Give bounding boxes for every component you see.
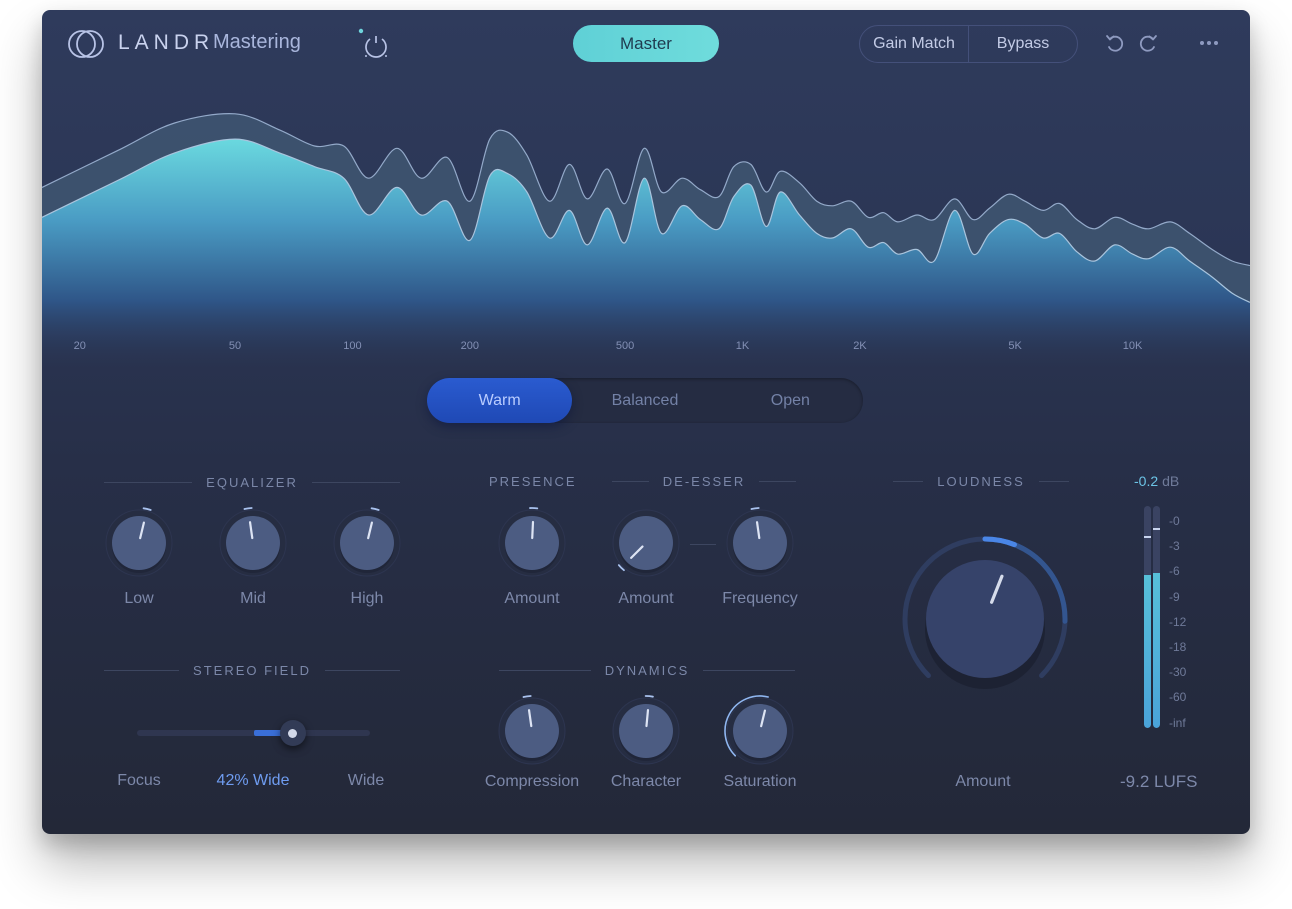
- product-name: Mastering: [213, 31, 301, 53]
- meter-scale-tick: -6: [1169, 564, 1180, 579]
- stereo-field-heading: STEREO FIELD: [104, 663, 401, 678]
- stereo-field-title: STEREO FIELD: [193, 663, 311, 678]
- freq-tick-label: 5K: [1008, 340, 1022, 352]
- dynamics-heading: DYNAMICS: [499, 663, 795, 678]
- meter-right-level: [1153, 572, 1160, 728]
- more-horizontal-icon[interactable]: [1198, 32, 1220, 54]
- loudness-title: LOUDNESS: [937, 474, 1025, 489]
- deesser-frequency-knob-graphic: [726, 507, 794, 577]
- deesser-title: DE-ESSER: [662, 474, 746, 489]
- lufs-readout: -9.2 LUFS: [1120, 772, 1198, 791]
- redo-icon[interactable]: [1137, 32, 1159, 54]
- meter-scale-tick: -0: [1169, 514, 1180, 528]
- master-button[interactable]: Master: [573, 25, 719, 62]
- brand-name: LANDR: [118, 31, 215, 54]
- equalizer-title: EQUALIZER: [206, 475, 298, 490]
- meter-left-peak: [1144, 536, 1151, 539]
- stereo-focus-label: Focus: [117, 772, 161, 789]
- eq-high-knob-graphic: [333, 507, 401, 577]
- character-knob[interactable]: [608, 693, 684, 769]
- spectrum-chart: [42, 113, 1250, 370]
- gain-match-button[interactable]: Gain Match: [860, 26, 968, 62]
- freq-tick-label: 100: [343, 340, 362, 352]
- deesser-heading: DE-ESSER: [612, 474, 796, 489]
- deesser-link-line: [690, 544, 716, 545]
- loudness-amount-knob[interactable]: [898, 532, 1072, 706]
- freq-tick-label: 2K: [853, 340, 867, 352]
- deesser-amount-label: Amount: [618, 590, 674, 607]
- deesser-frequency-knob[interactable]: [722, 505, 798, 581]
- landr-mastering-window: LANDR Mastering Master Gain Match Bypass: [42, 10, 1250, 834]
- tone-tab-open[interactable]: Open: [718, 378, 863, 423]
- peak-readout: -0.2 dB: [1134, 473, 1179, 489]
- meter-scale-tick: -inf: [1169, 715, 1186, 730]
- stereo-width-slider[interactable]: [137, 720, 370, 746]
- undo-icon[interactable]: [1104, 32, 1126, 54]
- meter-left-channel: [1144, 506, 1151, 728]
- character-label: Character: [610, 773, 682, 790]
- stereo-wide-label: Wide: [347, 772, 385, 789]
- freq-tick-label: 500: [615, 340, 635, 352]
- eq-high-knob[interactable]: [329, 505, 405, 581]
- tone-tab-warm[interactable]: Warm: [427, 378, 573, 423]
- bypass-button[interactable]: Bypass: [968, 26, 1077, 62]
- meter-scale-tick: -9: [1169, 589, 1180, 604]
- equalizer-heading: EQUALIZER: [104, 475, 400, 490]
- freq-tick-label: 200: [460, 340, 480, 352]
- meter-scale-tick: -3: [1169, 539, 1180, 554]
- compression-knob-graphic: [498, 695, 566, 765]
- saturation-label: Saturation: [723, 773, 797, 790]
- character-knob-graphic: [612, 695, 680, 765]
- eq-high-label: High: [350, 590, 384, 607]
- presence-amount-knob[interactable]: [494, 505, 570, 581]
- dynamics-title: DYNAMICS: [604, 663, 690, 678]
- compression-knob[interactable]: [494, 693, 570, 769]
- deesser-frequency-label: Frequency: [722, 590, 798, 607]
- compression-label: Compression: [484, 773, 580, 790]
- deesser-amount-knob[interactable]: [608, 505, 684, 581]
- freq-tick-label: 1K: [735, 340, 750, 352]
- eq-low-label: Low: [124, 590, 154, 607]
- meter-scale-tick: -60: [1169, 690, 1187, 705]
- meter-right-channel: [1153, 506, 1160, 728]
- meter-right-peak: [1153, 528, 1160, 531]
- tone-tab-balanced[interactable]: Balanced: [572, 378, 717, 423]
- eq-mid-label: Mid: [240, 590, 266, 607]
- loudness-heading: LOUDNESS: [893, 474, 1069, 489]
- peak-unit: dB: [1162, 473, 1180, 489]
- presence-amount-label: Amount: [504, 590, 560, 607]
- freq-tick-label: 10K: [1122, 340, 1143, 352]
- tone-selector: Warm Balanced Open: [427, 378, 863, 423]
- presence-heading: PRESENCE: [489, 474, 575, 489]
- stereo-value-label: 42% Wide: [216, 772, 290, 789]
- presence-amount-knob-graphic: [498, 507, 566, 577]
- power-icon[interactable]: [358, 28, 394, 60]
- meter-left-level: [1144, 574, 1151, 728]
- saturation-knob[interactable]: [722, 693, 798, 769]
- saturation-knob-graphic: [724, 695, 794, 765]
- meter-scale-tick: -30: [1169, 665, 1187, 680]
- loudness-amount-knob-graphic: [902, 536, 1068, 689]
- landr-rings-icon: [68, 30, 104, 58]
- freq-tick-label: 50: [228, 340, 242, 352]
- eq-low-knob[interactable]: [101, 505, 177, 581]
- peak-value: -0.2: [1134, 473, 1159, 489]
- meter-scale-tick: -12: [1169, 614, 1187, 629]
- meter-scale-tick: -18: [1169, 640, 1187, 654]
- stereo-width-thumb[interactable]: [279, 720, 306, 746]
- gain-bypass-group: Gain Match Bypass: [859, 25, 1078, 63]
- loudness-amount-label: Amount: [955, 773, 1011, 790]
- eq-mid-knob-graphic: [219, 507, 287, 577]
- presence-title: PRESENCE: [489, 474, 577, 489]
- eq-mid-knob[interactable]: [215, 505, 291, 581]
- eq-low-knob-graphic: [105, 507, 173, 577]
- deesser-amount-knob-graphic: [612, 509, 680, 577]
- freq-tick-label: 20: [73, 340, 86, 352]
